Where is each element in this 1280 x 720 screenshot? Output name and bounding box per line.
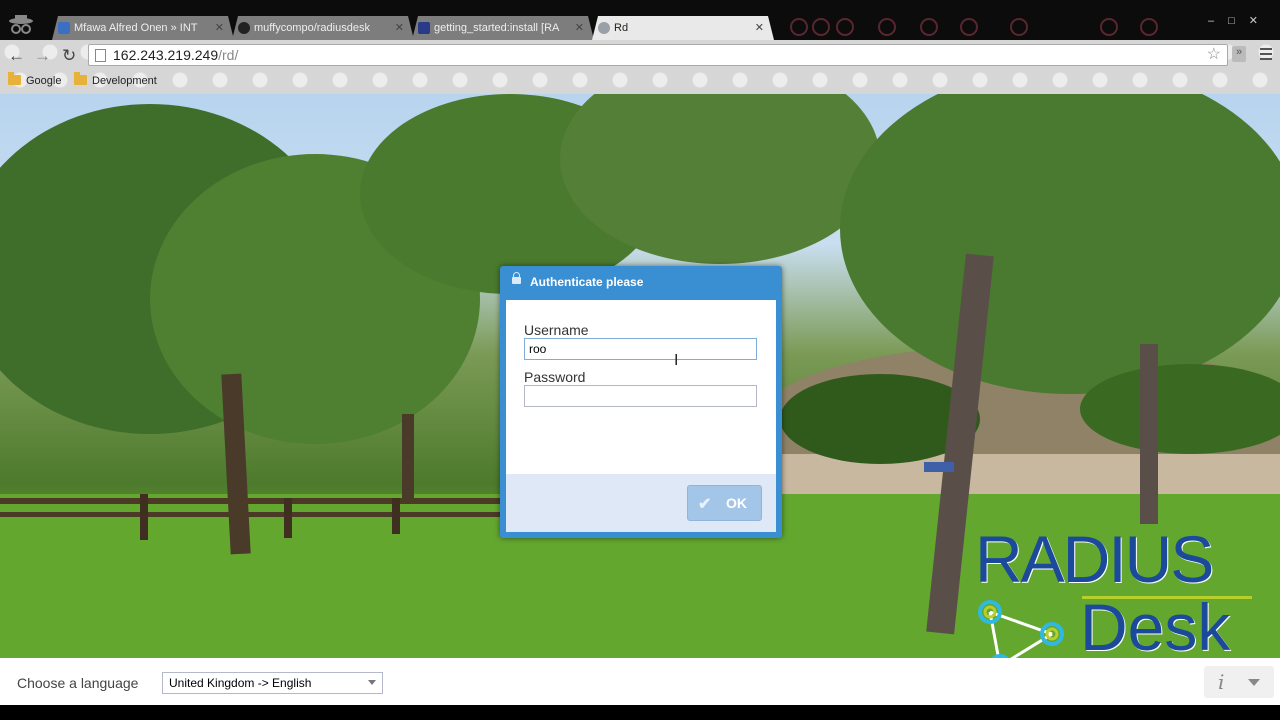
star-icon[interactable]: ☆ <box>1207 45 1221 65</box>
info-button[interactable]: i <box>1204 666 1274 698</box>
github-icon <box>238 22 250 34</box>
dialog-body: Username Password <box>506 300 776 474</box>
dialog-header[interactable]: Authenticate please <box>500 266 782 300</box>
info-icon: i <box>1218 670 1225 694</box>
folder-icon <box>74 72 87 85</box>
ok-label: OK <box>726 495 747 511</box>
tab-rd[interactable]: Rd ✕ <box>592 16 774 40</box>
lock-icon <box>512 272 521 284</box>
tab-mfawa[interactable]: Mfawa Alfred Onen » INT ✕ <box>52 16 234 40</box>
language-label: Choose a language <box>17 675 139 691</box>
close-icon[interactable]: ✕ <box>215 16 224 40</box>
url-path: /rd/ <box>218 47 239 63</box>
tree-trunk <box>1140 344 1158 524</box>
bookmark-development[interactable]: Development <box>74 72 157 88</box>
login-dialog: Authenticate please Username Password ✔ … <box>500 266 782 538</box>
browser-window: Mfawa Alfred Onen » INT ✕ muffycompo/rad… <box>0 0 1280 705</box>
password-input[interactable] <box>524 385 757 407</box>
decorative-bubble <box>878 18 896 36</box>
decorative-bubble <box>960 18 978 36</box>
tree-trunk <box>402 414 414 504</box>
close-icon[interactable]: ✕ <box>755 16 764 40</box>
check-icon: ✔ <box>698 496 712 513</box>
bookmark-google[interactable]: Google <box>8 72 62 88</box>
back-button[interactable]: ← <box>8 46 25 66</box>
fence-rail <box>0 498 500 504</box>
language-value: United Kingdom -> English <box>169 676 312 690</box>
page-footer: Choose a language United Kingdom -> Engl… <box>0 658 1280 705</box>
bookmarks-bar: Google Development <box>0 70 1280 94</box>
browser-toolbar: ← → ↻ 162.243.219.249/rd/ ☆ » <box>0 40 1280 70</box>
tab-favicon <box>58 22 70 34</box>
page-icon <box>95 49 106 62</box>
close-icon[interactable]: ✕ <box>575 16 584 40</box>
dialog-title: Authenticate please <box>530 275 644 289</box>
logo-text-radius: RADIUS <box>975 522 1214 596</box>
forward-button[interactable]: → <box>34 46 51 66</box>
folder-icon <box>8 72 21 85</box>
fence-rail <box>0 512 500 517</box>
tab-getting-started[interactable]: getting_started:install [RA ✕ <box>412 16 594 40</box>
ok-button[interactable]: ✔ OK <box>687 485 762 521</box>
incognito-icon <box>9 15 33 34</box>
decorative-bubble <box>836 18 854 36</box>
dialog-footer: ✔ OK <box>506 474 776 532</box>
language-select[interactable]: United Kingdom -> English <box>162 672 383 694</box>
decorative-bubble <box>1140 18 1158 36</box>
tab-favicon <box>418 22 430 34</box>
password-label: Password <box>524 369 586 385</box>
close-icon[interactable]: ✕ <box>395 16 404 40</box>
decorative-bubble <box>1100 18 1118 36</box>
username-label: Username <box>524 322 589 338</box>
logo-text-desk: Desk <box>1080 590 1231 664</box>
tab-github[interactable]: muffycompo/radiusdesk ✕ <box>232 16 414 40</box>
address-bar[interactable]: 162.243.219.249/rd/ ☆ <box>88 44 1228 66</box>
fence-post <box>284 498 292 538</box>
menu-icon[interactable] <box>1260 48 1272 63</box>
letterbox-bar <box>0 705 1280 720</box>
chevron-down-icon[interactable] <box>368 680 376 685</box>
tab-strip: Mfawa Alfred Onen » INT ✕ muffycompo/rad… <box>0 0 1280 40</box>
decorative-bubble <box>920 18 938 36</box>
url-host: 162.243.219.249 <box>113 47 219 63</box>
decorative-bubble <box>812 18 830 36</box>
url-text: 162.243.219.249/rd/ <box>113 45 238 65</box>
tree-canopy <box>840 94 1280 394</box>
tab-title: getting_started:install [RA <box>434 22 560 34</box>
chevron-down-icon <box>1248 679 1260 686</box>
tab-title: muffycompo/radiusdesk <box>254 22 370 34</box>
username-input[interactable] <box>524 338 757 360</box>
bookmark-label: Development <box>92 75 157 87</box>
reload-button[interactable]: ↻ <box>62 46 76 66</box>
decorative-bubble <box>1010 18 1028 36</box>
text-cursor-icon: I <box>674 352 679 369</box>
tab-title: Rd <box>614 22 629 34</box>
extensions-button[interactable]: » <box>1232 46 1246 62</box>
tab-favicon <box>598 22 610 34</box>
decorative-bubble <box>790 18 808 36</box>
sign <box>924 462 954 472</box>
window-controls[interactable]: ‒□✕ <box>1208 14 1272 27</box>
tab-title: Mfawa Alfred Onen » INT <box>74 22 198 34</box>
fence-post <box>392 498 400 534</box>
bookmark-label: Google <box>26 75 62 87</box>
fence-post <box>140 494 148 540</box>
